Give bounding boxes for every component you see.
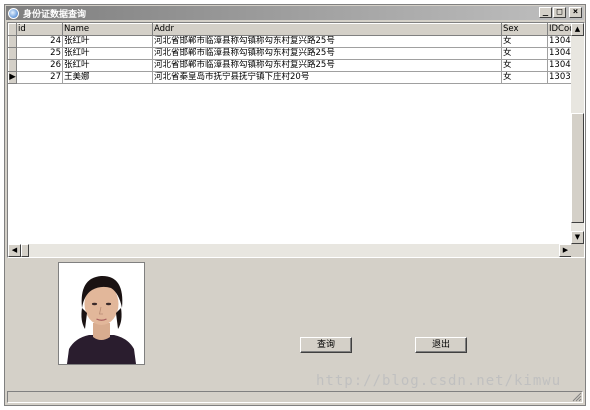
cell-name[interactable]: 张红叶 — [62, 59, 153, 72]
grid-table: id Name Addr Sex IDCode 24 张红叶 河北省邯郸市临漳县… — [8, 23, 572, 84]
grid-header-row: id Name Addr Sex IDCode — [8, 23, 572, 36]
cell-id[interactable]: 25 — [16, 47, 63, 60]
cell-addr[interactable]: 河北省邯郸市临漳县称勾镇称勾东村复兴路25号 — [152, 59, 502, 72]
cell-sex[interactable]: 女 — [501, 71, 548, 84]
scrollbar-corner — [571, 244, 584, 257]
cell-addr[interactable]: 河北省邯郸市临漳县称勾镇称勾东村复兴路25号 — [152, 47, 502, 60]
table-row-current[interactable]: ▶ 27 王美娜 河北省秦皇岛市抚宁县抚宁镇下庄村20号 女 130323 — [8, 71, 572, 84]
cell-sex[interactable]: 女 — [501, 59, 548, 72]
column-header-idcode[interactable]: IDCode — [547, 23, 572, 36]
cell-name[interactable]: 张红叶 — [62, 47, 153, 60]
row-indicator[interactable] — [8, 47, 17, 60]
row-indicator[interactable] — [8, 35, 17, 48]
title-bar[interactable]: 身份证数据查询 _ □ × — [6, 6, 584, 20]
column-header-name[interactable]: Name — [62, 23, 153, 36]
status-bar — [7, 391, 583, 403]
scroll-up-icon[interactable]: ▲ — [571, 23, 584, 36]
id-photo — [58, 262, 145, 365]
watermark: http://blog.csdn.net/kimwu — [316, 373, 562, 389]
header-indicator — [8, 23, 17, 36]
cell-id[interactable]: 24 — [16, 35, 63, 48]
column-header-addr[interactable]: Addr — [152, 23, 502, 36]
vertical-scroll-thumb[interactable] — [571, 113, 584, 223]
portrait-image — [59, 263, 144, 364]
row-indicator[interactable] — [8, 59, 17, 72]
cell-id[interactable]: 27 — [16, 71, 63, 84]
column-header-sex[interactable]: Sex — [501, 23, 548, 36]
cell-idcode[interactable]: 130423 — [547, 35, 572, 48]
cell-idcode[interactable]: 130323 — [547, 71, 572, 84]
maximize-button[interactable]: □ — [553, 7, 566, 18]
query-button[interactable]: 查询 — [300, 337, 352, 353]
window-title: 身份证数据查询 — [23, 9, 87, 20]
grid-viewport: id Name Addr Sex IDCode 24 张红叶 河北省邯郸市临漳县… — [8, 23, 572, 244]
column-header-id[interactable]: id — [16, 23, 63, 36]
current-row-marker-icon[interactable]: ▶ — [8, 71, 17, 84]
cell-sex[interactable]: 女 — [501, 47, 548, 60]
window-controls: _ □ × — [539, 7, 582, 18]
table-row[interactable]: 24 张红叶 河北省邯郸市临漳县称勾镇称勾东村复兴路25号 女 130423 — [8, 35, 572, 48]
table-row[interactable]: 25 张红叶 河北省邯郸市临漳县称勾镇称勾东村复兴路25号 女 130423 — [8, 47, 572, 60]
cell-idcode[interactable]: 130423 — [547, 47, 572, 60]
cell-sex[interactable]: 女 — [501, 35, 548, 48]
cell-id[interactable]: 26 — [16, 59, 63, 72]
main-window: 身份证数据查询 _ □ × id Name Addr Sex IDCo 24 张… — [4, 4, 586, 406]
exit-button[interactable]: 退出 — [415, 337, 467, 353]
horizontal-scroll-thumb[interactable] — [21, 244, 29, 257]
cell-name[interactable]: 王美娜 — [62, 71, 153, 84]
data-grid[interactable]: id Name Addr Sex IDCode 24 张红叶 河北省邯郸市临漳县… — [7, 22, 585, 258]
cell-addr[interactable]: 河北省邯郸市临漳县称勾镇称勾东村复兴路25号 — [152, 35, 502, 48]
horizontal-scrollbar[interactable]: ◀ ▶ — [8, 244, 572, 257]
app-icon — [8, 7, 19, 19]
cell-addr[interactable]: 河北省秦皇岛市抚宁县抚宁镇下庄村20号 — [152, 71, 502, 84]
close-button[interactable]: × — [569, 7, 582, 18]
cell-idcode[interactable]: 130423 — [547, 59, 572, 72]
scroll-down-icon[interactable]: ▼ — [571, 231, 584, 244]
scroll-left-icon[interactable]: ◀ — [8, 244, 21, 257]
vertical-scrollbar[interactable]: ▲ ▼ — [571, 23, 584, 244]
table-row[interactable]: 26 张红叶 河北省邯郸市临漳县称勾镇称勾东村复兴路25号 女 130423 — [8, 59, 572, 72]
cell-name[interactable]: 张红叶 — [62, 35, 153, 48]
minimize-button[interactable]: _ — [539, 7, 552, 18]
resize-grip-icon[interactable] — [572, 392, 582, 402]
